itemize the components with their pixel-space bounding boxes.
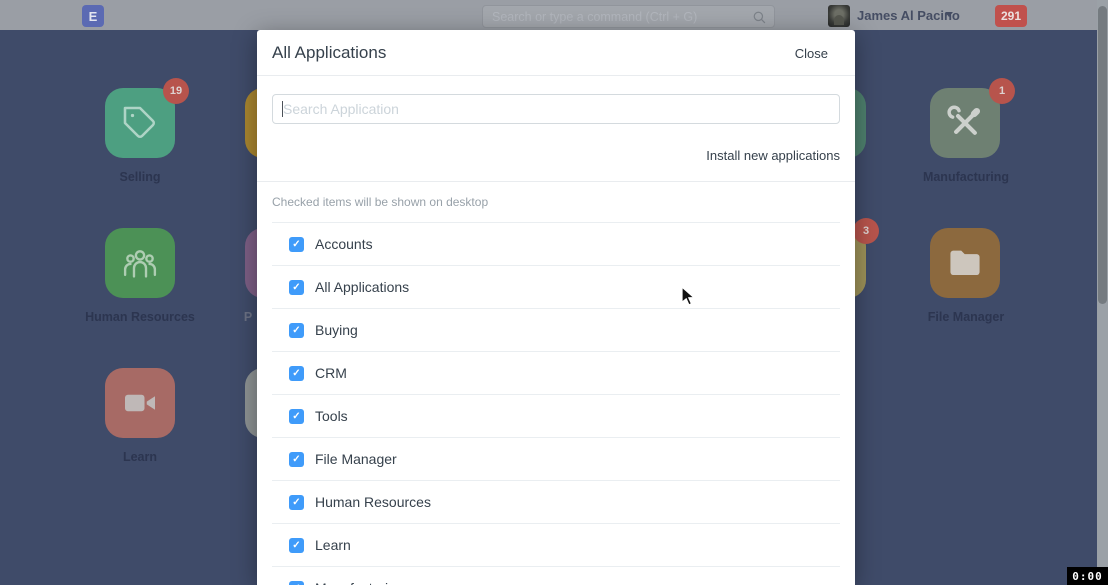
checklist-row-human-resources[interactable]: Human Resources bbox=[272, 481, 840, 524]
checklist-label: Human Resources bbox=[315, 494, 431, 510]
checkbox-checked-icon[interactable] bbox=[289, 452, 304, 467]
video-camera-icon bbox=[122, 385, 158, 421]
chevron-down-icon bbox=[945, 12, 953, 17]
application-search bbox=[272, 94, 840, 124]
checklist-label: CRM bbox=[315, 365, 347, 381]
checklist-label: Learn bbox=[315, 537, 351, 553]
checklist-label: Accounts bbox=[315, 236, 373, 252]
checkbox-checked-icon[interactable] bbox=[289, 538, 304, 553]
tag-icon bbox=[122, 105, 158, 141]
checklist-row-tools[interactable]: Tools bbox=[272, 395, 840, 438]
text-cursor bbox=[282, 101, 283, 117]
hidden-khaki-count-badge: 3 bbox=[853, 218, 879, 244]
checkbox-checked-icon[interactable] bbox=[289, 495, 304, 510]
global-search-input[interactable] bbox=[483, 6, 774, 27]
desktop-icon-file-manager[interactable] bbox=[930, 228, 1000, 298]
page-scrollbar[interactable] bbox=[1097, 0, 1108, 585]
desktop-label-selling: Selling bbox=[40, 170, 240, 184]
checkbox-checked-icon[interactable] bbox=[289, 409, 304, 424]
checkbox-checked-icon[interactable] bbox=[289, 581, 304, 585]
dialog-header: All Applications Close bbox=[257, 30, 855, 76]
checklist-row-file-manager[interactable]: File Manager bbox=[272, 438, 840, 481]
checklist-row-manufacturing[interactable]: Manufacturing bbox=[272, 567, 840, 585]
install-new-applications-link[interactable]: Install new applications bbox=[706, 148, 840, 163]
checklist-row-learn[interactable]: Learn bbox=[272, 524, 840, 567]
close-button[interactable]: Close bbox=[795, 46, 828, 61]
manufacturing-count-badge: 1 bbox=[989, 78, 1015, 104]
application-search-input[interactable] bbox=[272, 94, 840, 124]
notification-count-badge[interactable]: 291 bbox=[995, 5, 1027, 27]
divider bbox=[257, 181, 855, 182]
folder-icon bbox=[946, 244, 984, 282]
app-logo[interactable]: E bbox=[82, 5, 104, 27]
checklist-label: All Applications bbox=[315, 279, 409, 295]
tools-icon bbox=[946, 104, 984, 142]
user-avatar[interactable] bbox=[828, 5, 850, 27]
desktop-icon-manufacturing[interactable] bbox=[930, 88, 1000, 158]
checklist-row-accounts[interactable]: Accounts bbox=[272, 223, 840, 266]
desktop-label-file-manager: File Manager bbox=[866, 310, 1066, 324]
top-navbar: E James Al Pacino 291 bbox=[0, 0, 1108, 30]
global-search bbox=[482, 5, 775, 28]
checkbox-checked-icon[interactable] bbox=[289, 366, 304, 381]
checklist-row-all-applications[interactable]: All Applications bbox=[272, 266, 840, 309]
checkbox-checked-icon[interactable] bbox=[289, 237, 304, 252]
dialog-title: All Applications bbox=[272, 43, 386, 63]
people-icon bbox=[121, 244, 159, 282]
checklist-row-buying[interactable]: Buying bbox=[272, 309, 840, 352]
checked-items-hint: Checked items will be shown on desktop bbox=[272, 195, 840, 209]
install-row: Install new applications bbox=[272, 147, 840, 165]
checkbox-checked-icon[interactable] bbox=[289, 280, 304, 295]
desktop-label-learn: Learn bbox=[40, 450, 240, 464]
checklist-label: Buying bbox=[315, 322, 358, 338]
desktop-label-manufacturing: Manufacturing bbox=[866, 170, 1066, 184]
desktop-icon-human-resources[interactable] bbox=[105, 228, 175, 298]
recording-timer: 0:00 bbox=[1067, 567, 1108, 585]
mouse-cursor bbox=[681, 286, 701, 308]
screen: E James Al Pacino 291 19 Selling bbox=[0, 0, 1108, 585]
search-icon bbox=[752, 10, 767, 25]
application-checklist: Accounts All Applications Buying CRM Too… bbox=[272, 222, 840, 585]
checklist-label: Tools bbox=[315, 408, 348, 424]
selling-count-badge: 19 bbox=[163, 78, 189, 104]
checkbox-checked-icon[interactable] bbox=[289, 323, 304, 338]
checklist-row-crm[interactable]: CRM bbox=[272, 352, 840, 395]
all-applications-dialog: All Applications Close Install new appli… bbox=[257, 30, 855, 585]
scrollbar-thumb[interactable] bbox=[1098, 6, 1107, 304]
checklist-label: Manufacturing bbox=[315, 580, 404, 585]
checklist-label: File Manager bbox=[315, 451, 397, 467]
desktop-icon-learn[interactable] bbox=[105, 368, 175, 438]
